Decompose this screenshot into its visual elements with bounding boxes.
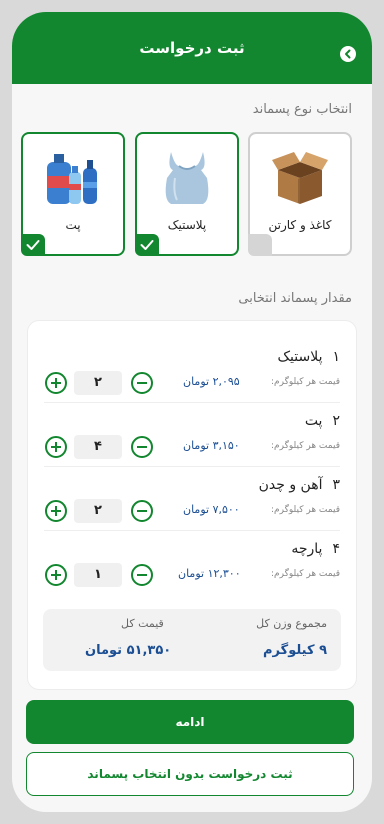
pet-bottles-icon	[47, 154, 97, 204]
plus-icon	[51, 506, 61, 516]
checkmark-icon	[140, 240, 154, 250]
minus-icon	[137, 574, 147, 576]
decrease-button[interactable]	[131, 372, 153, 394]
price-label: قیمت هر کیلوگرم:	[271, 569, 340, 579]
item-name: پلاستیک	[277, 349, 323, 365]
price-label: قیمت هر کیلوگرم:	[271, 377, 340, 387]
item-name: پارچه	[291, 541, 323, 557]
decrease-button[interactable]	[131, 436, 153, 458]
card-paper-cardboard[interactable]: کاغذ و کارتن	[248, 132, 352, 256]
decrease-button[interactable]	[131, 564, 153, 586]
plus-icon	[51, 442, 61, 452]
minus-icon	[137, 382, 147, 384]
quantity-value[interactable]: ۱	[74, 563, 122, 587]
checkmark-icon	[26, 240, 40, 250]
price-label: قیمت هر کیلوگرم:	[271, 441, 340, 451]
plus-icon	[51, 570, 61, 580]
total-price-value: ۵۱,۳۵۰ تومان	[85, 643, 172, 658]
chevron-left-icon	[345, 49, 351, 59]
item-title: ۳ آهن و چدن	[259, 477, 340, 493]
continue-button[interactable]: ادامه	[26, 700, 354, 744]
item-name: پت	[304, 413, 323, 429]
card-label: کاغذ و کارتن	[268, 218, 332, 232]
item-title: ۱ پلاستیک	[278, 349, 341, 365]
quantity-stepper: ۲	[45, 499, 153, 524]
item-title: ۴ پارچه	[291, 541, 340, 557]
price-label: قیمت هر کیلوگرم:	[271, 505, 340, 515]
price-value: ۲,۰۹۵ تومان	[183, 375, 240, 388]
quantity-stepper: ۴	[45, 435, 153, 460]
quantity-stepper: ۱	[45, 563, 153, 588]
waste-type-heading: انتخاب نوع پسماند	[252, 102, 352, 117]
checkbox-checked[interactable]	[21, 234, 45, 256]
increase-button[interactable]	[45, 372, 67, 394]
back-button[interactable]	[340, 46, 356, 62]
quantity-value[interactable]: ۲	[74, 499, 122, 523]
app-header: ثبت درخواست	[12, 12, 372, 84]
minus-icon	[137, 446, 147, 448]
item-number: ۱	[332, 349, 340, 365]
total-weight-value: ۹ کیلوگرم	[263, 643, 327, 658]
item-number: ۳	[332, 477, 340, 493]
price-value: ۷,۵۰۰ تومان	[183, 503, 240, 516]
waste-item-row: ۲ پت قیمت هر کیلوگرم: ۳,۱۵۰ تومان ۴	[28, 401, 356, 465]
cardboard-box-icon	[272, 152, 328, 204]
price-value: ۱۲,۳۰۰ تومان	[178, 567, 241, 580]
waste-item-row: ۴ پارچه قیمت هر کیلوگرم: ۱۲,۳۰۰ تومان ۱	[28, 529, 356, 593]
quantity-stepper: ۲	[45, 371, 153, 396]
increase-button[interactable]	[45, 564, 67, 586]
increase-button[interactable]	[45, 436, 67, 458]
total-weight-label: مجموع وزن کل	[256, 617, 327, 630]
card-plastic[interactable]: پلاستیک	[135, 132, 239, 256]
order-summary: مجموع وزن کل ۹ کیلوگرم قیمت کل ۵۱,۳۵۰ تو…	[43, 609, 341, 671]
page-title: ثبت درخواست	[139, 39, 245, 57]
waste-amount-heading: مقدار پسماند انتخابی	[238, 291, 352, 306]
submit-without-waste-button[interactable]: ثبت درخواست بدون انتخاب پسماند	[26, 752, 354, 796]
quantity-value[interactable]: ۲	[74, 371, 122, 395]
plus-icon	[51, 378, 61, 388]
checkbox[interactable]	[248, 234, 272, 256]
card-label: پلاستیک	[167, 218, 207, 232]
plastic-bag-icon	[165, 152, 209, 204]
waste-item-row: ۳آهن و چدن قیمت هر کیلوگرم: ۷,۵۰۰ تومان …	[28, 465, 356, 529]
waste-type-cards: کاغذ و کارتن پلاستیک پت	[21, 132, 354, 260]
total-price-label: قیمت کل	[121, 617, 164, 630]
card-label: پت	[65, 218, 81, 232]
item-number: ۲	[332, 413, 340, 429]
price-value: ۳,۱۵۰ تومان	[183, 439, 240, 452]
item-number: ۴	[332, 541, 340, 557]
increase-button[interactable]	[45, 500, 67, 522]
app-screen: ثبت درخواست انتخاب نوع پسماند کاغذ و کار…	[12, 12, 372, 812]
item-title: ۲ پت	[305, 413, 340, 429]
minus-icon	[137, 510, 147, 512]
waste-item-row: ۱ پلاستیک قیمت هر کیلوگرم: ۲,۰۹۵ تومان ۲	[28, 337, 356, 401]
checkbox-checked[interactable]	[135, 234, 159, 256]
decrease-button[interactable]	[131, 500, 153, 522]
card-pet[interactable]: پت	[21, 132, 125, 256]
item-name: آهن و چدن	[258, 477, 323, 493]
waste-amount-panel: ۱ پلاستیک قیمت هر کیلوگرم: ۲,۰۹۵ تومان ۲ …	[27, 320, 357, 690]
quantity-value[interactable]: ۴	[74, 435, 122, 459]
